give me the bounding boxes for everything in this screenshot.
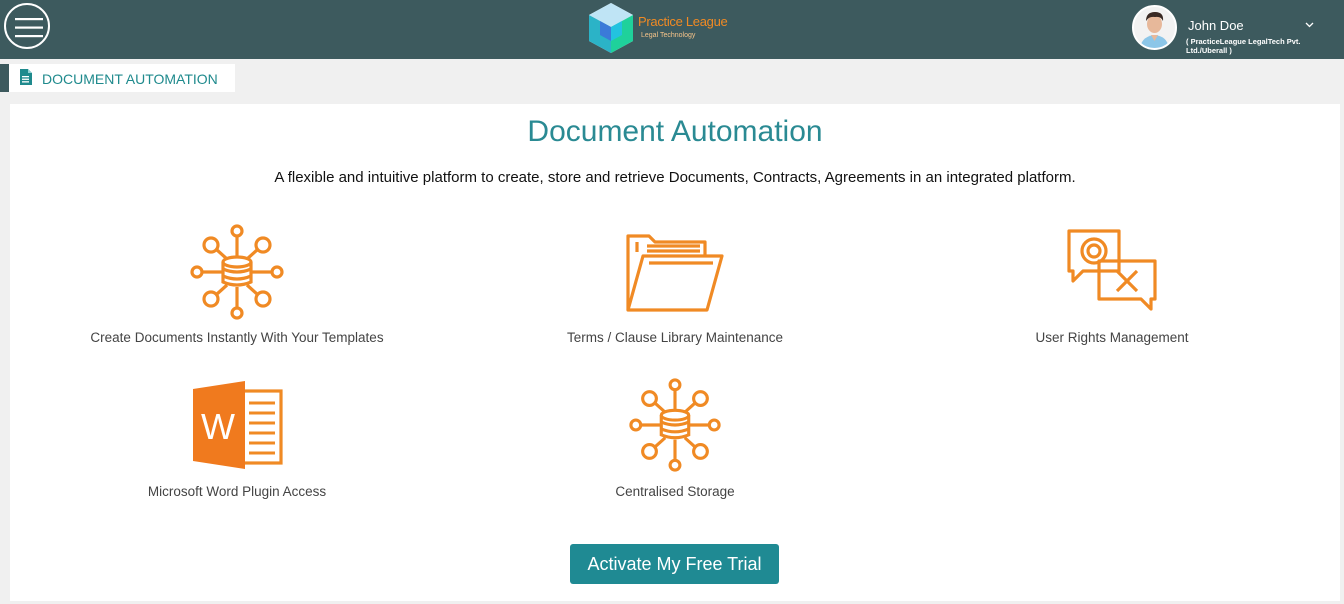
feature-label: User Rights Management	[1035, 330, 1189, 345]
feature-label: Centralised Storage	[615, 484, 735, 499]
practice-league-logo: Practice League Legal Technology	[586, 1, 736, 55]
top-bar: Practice League Legal Technology John Do…	[0, 0, 1344, 59]
page-subtitle: A flexible and intuitive platform to cre…	[274, 169, 1076, 186]
word-icon: W	[193, 381, 283, 469]
breadcrumb[interactable]: DOCUMENT AUTOMATION	[0, 64, 235, 92]
feature-label: Microsoft Word Plugin Access	[147, 484, 327, 499]
page-title: Document Automation	[527, 115, 823, 148]
logo-name: Practice League	[638, 14, 728, 29]
user-name: John Doe	[1188, 18, 1244, 33]
chat-rights-icon	[1067, 229, 1157, 311]
menu-button[interactable]	[4, 3, 50, 49]
logo-tagline: Legal Technology	[641, 32, 696, 39]
chevron-down-icon[interactable]	[1305, 22, 1314, 28]
user-menu[interactable]: John Doe ( PracticeLeague LegalTech Pvt.…	[1130, 4, 1340, 55]
avatar	[1132, 5, 1177, 50]
feature-label: Create Documents Instantly With Your Tem…	[90, 330, 384, 345]
database-network-icon	[629, 378, 721, 472]
activate-free-trial-button[interactable]: Activate My Free Trial	[570, 544, 779, 584]
user-organization: ( PracticeLeague LegalTech Pvt. Ltd./Ube…	[1186, 37, 1301, 55]
folder-icon	[626, 234, 724, 312]
svg-text:W: W	[201, 406, 235, 447]
breadcrumb-label: DOCUMENT AUTOMATION	[42, 71, 218, 87]
main-card: Document Automation A flexible and intui…	[10, 104, 1340, 601]
document-icon	[20, 69, 32, 85]
logo-cube-icon	[589, 3, 633, 53]
database-network-icon	[190, 224, 284, 320]
hamburger-icon	[15, 18, 43, 38]
feature-label: Terms / Clause Library Maintenance	[566, 330, 784, 345]
